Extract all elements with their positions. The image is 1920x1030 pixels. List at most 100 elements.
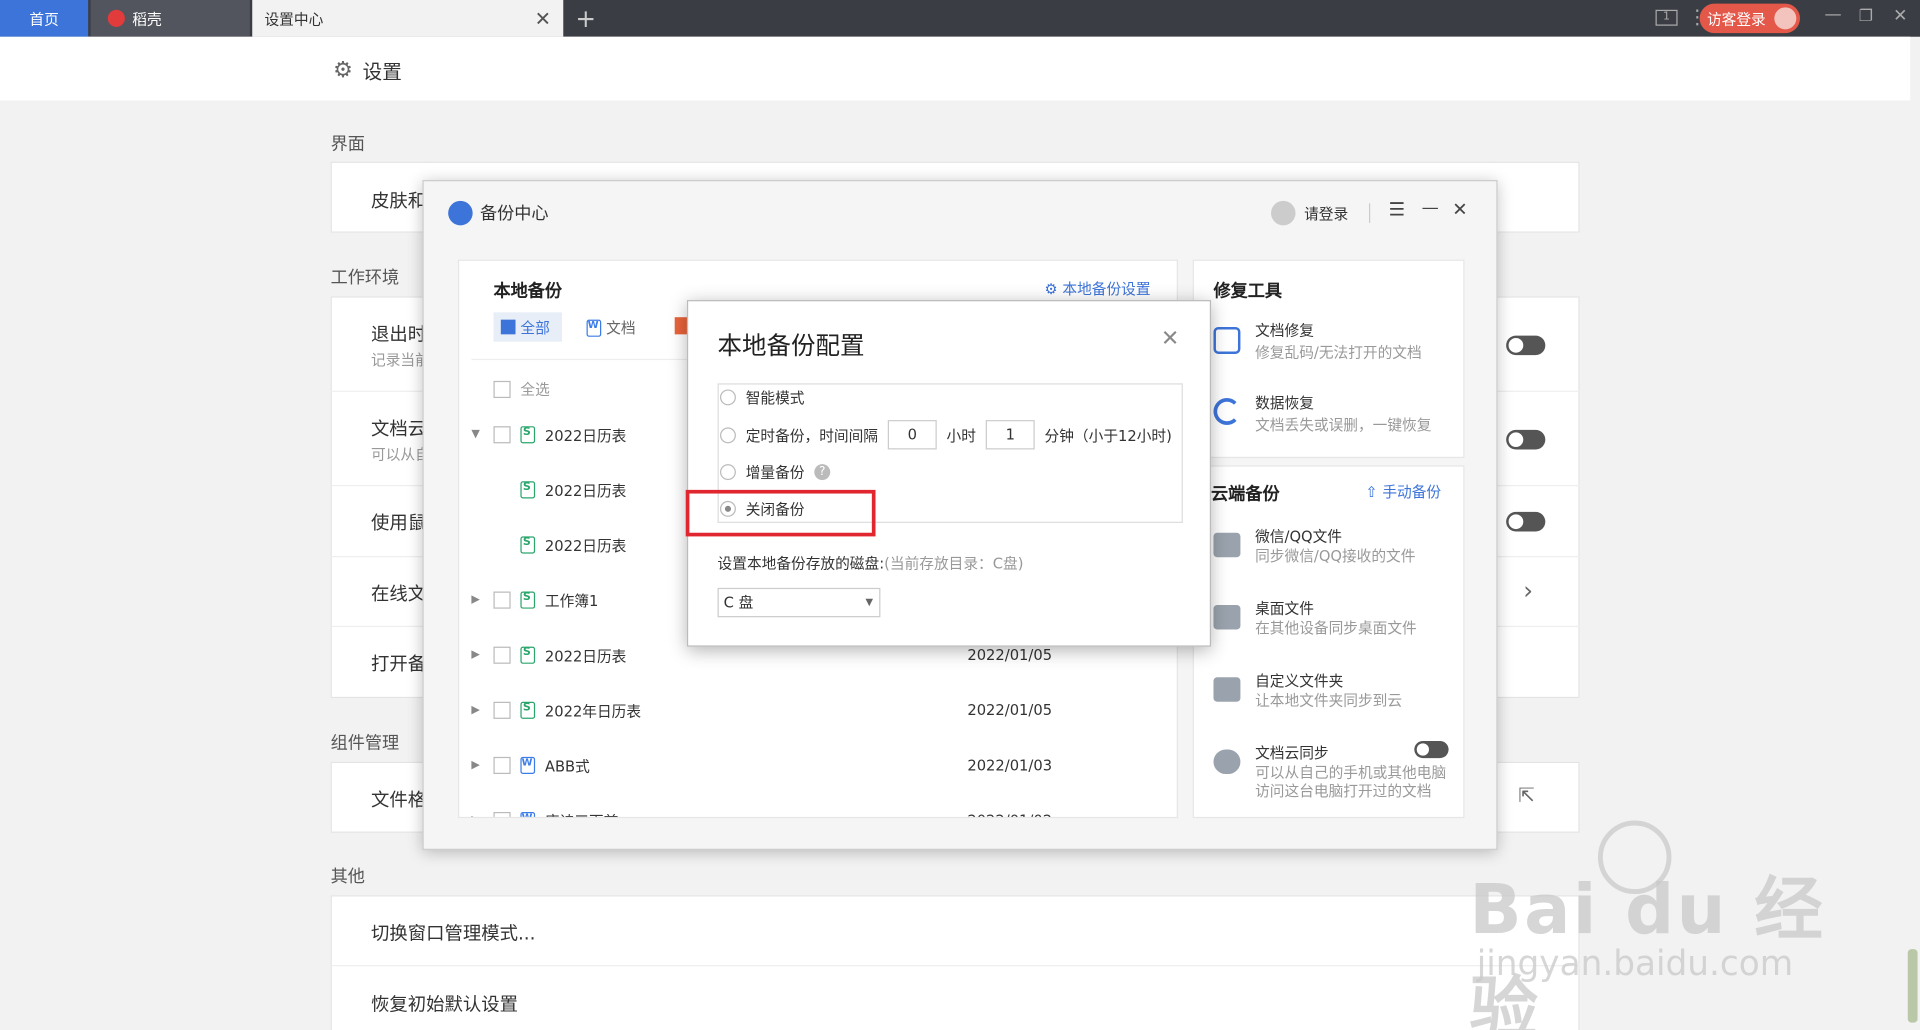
cloud-item-title[interactable]: 自定义文件夹 [1255, 670, 1343, 691]
cloud-backup-title: 云端备份 [1211, 484, 1280, 505]
document-icon [520, 811, 536, 817]
local-backup-title: 本地备份 [493, 281, 563, 302]
option-smart[interactable]: 智能模式 [720, 387, 805, 408]
row-mouse-label: 使用鼠 [371, 511, 427, 534]
local-backup-config-modal: 本地备份配置 ✕ 智能模式 定时备份，时间间隔 0 小时 1 分钟（小于12小时) 增量… [686, 300, 1212, 647]
option-timed[interactable]: 定时备份，时间间隔 0 小时 1 分钟（小于12小时) [720, 420, 1172, 450]
disk-hint: (当前存放目录：C盘) [884, 554, 1024, 572]
tab-docer[interactable]: 稻壳 [90, 0, 250, 37]
option-timed-label: 定时备份，时间间隔 [745, 426, 878, 444]
file-name: 2022日历表 [544, 647, 627, 665]
local-backup-settings-link[interactable]: ⚙ 本地备份设置 [1044, 278, 1150, 299]
expand-arrow-icon[interactable]: ▶ [471, 704, 479, 716]
expand-arrow-icon[interactable]: ▶ [471, 649, 479, 661]
minimize-icon[interactable]: — [1825, 5, 1842, 25]
row-open-label[interactable]: 打开备 [371, 650, 426, 676]
manual-backup-link[interactable]: ⇧ 手动备份 [1365, 481, 1441, 502]
select-all[interactable]: 全选 [493, 378, 550, 399]
settings-title: ⚙ 设置 [333, 55, 402, 84]
file-row[interactable]: ▶ 2022年日历表 2022/01/05 [459, 698, 1177, 722]
guest-login-label: 访客登录 [1706, 10, 1766, 28]
expand-arrow-icon[interactable]: ▶ [471, 759, 479, 771]
file-row[interactable]: ▶ ABB式 2022/01/03 [459, 753, 1177, 777]
expand-arrow-icon[interactable]: ▶ [471, 594, 479, 606]
file-checkbox[interactable] [493, 591, 511, 609]
backup-login-link[interactable]: 请登录 [1304, 203, 1348, 224]
file-checkbox[interactable] [493, 426, 511, 444]
document-icon [520, 756, 536, 775]
tab-home[interactable]: 首页 [0, 0, 89, 37]
filter-doc-label: 文档 [606, 319, 636, 337]
file-date: 2022/01/05 [967, 646, 1053, 664]
radio-incremental[interactable] [720, 464, 736, 481]
close-icon[interactable]: ✕ [1452, 198, 1467, 220]
row-format-label[interactable]: 文件格 [371, 786, 426, 812]
row-cloud-sub: 可以从自 [371, 445, 430, 463]
tab-settings[interactable]: 设置中心 ✕ [252, 0, 564, 37]
minutes-input[interactable]: 1 [985, 420, 1035, 450]
manual-backup-label: 手动备份 [1382, 483, 1442, 501]
add-tab-icon[interactable]: + [576, 4, 597, 33]
cloud-item-sub: 可以从自己的手机或其他电脑访问这台电脑打开过的文档 [1255, 764, 1447, 800]
file-name: 2022日历表 [544, 481, 627, 500]
exit-toggle[interactable] [1506, 335, 1546, 356]
minimize-icon[interactable]: — [1422, 198, 1439, 218]
filter-all[interactable]: 全部 [493, 312, 563, 342]
help-icon[interactable]: ? [814, 464, 831, 481]
data-recovery-title[interactable]: 数据恢复 [1255, 392, 1314, 413]
scrollbar-thumb[interactable] [1907, 949, 1918, 1023]
cloud-item-title[interactable]: 文档云同步 [1255, 742, 1328, 763]
chevron-right-icon[interactable]: › [1523, 576, 1533, 605]
select-all-checkbox[interactable] [493, 380, 511, 398]
file-row[interactable]: ▶ 唐诗三百首 2022/01/02 [459, 808, 1177, 817]
option-incremental[interactable]: 增量备份? [720, 462, 831, 483]
desktop-icon [1213, 605, 1241, 630]
folder-icon [1213, 677, 1241, 702]
hours-input[interactable]: 0 [887, 420, 937, 450]
cloud-item-title[interactable]: 桌面文件 [1255, 598, 1314, 619]
file-date: 2022/01/05 [967, 701, 1053, 719]
restore-defaults[interactable]: 恢复初始默认设置 [371, 991, 518, 1017]
file-checkbox[interactable] [493, 756, 511, 775]
radio-smart[interactable] [720, 389, 736, 406]
expand-arrow-icon[interactable]: ▼ [471, 429, 479, 441]
cloud-item-title[interactable]: 微信/QQ文件 [1255, 525, 1342, 546]
mouse-toggle[interactable] [1506, 511, 1546, 532]
doc-repair-title[interactable]: 文档修复 [1255, 320, 1314, 341]
row-skin-label[interactable]: 皮肤和 [371, 187, 426, 213]
close-window-icon[interactable]: ✕ [1893, 6, 1907, 26]
close-icon[interactable]: ✕ [1161, 326, 1179, 352]
modal-title: 本地备份配置 [717, 330, 865, 361]
file-name: 2022年日历表 [544, 702, 642, 720]
spreadsheet-icon [520, 701, 536, 719]
repair-tools-title: 修复工具 [1213, 281, 1283, 302]
doc-cloud-sync-toggle[interactable] [1414, 740, 1449, 759]
divider [330, 965, 1580, 967]
cloud-item-sub: 在其他设备同步桌面文件 [1255, 619, 1417, 637]
restore-icon[interactable]: ❐ [1859, 7, 1873, 25]
disk-select[interactable]: C 盘 ▼ [717, 587, 881, 618]
filter-doc[interactable]: 文档 [586, 317, 636, 338]
spreadsheet-icon [520, 591, 536, 609]
close-icon[interactable]: ✕ [535, 7, 551, 30]
window-count-icon[interactable]: 1 [1655, 9, 1678, 26]
file-name: 2022日历表 [544, 537, 627, 555]
file-checkbox[interactable] [493, 811, 511, 817]
file-checkbox[interactable] [493, 646, 511, 664]
section-components-label: 组件管理 [330, 733, 400, 754]
switch-window-mode[interactable]: 切换窗口管理模式... [371, 920, 535, 946]
local-backup-settings-label: 本地备份设置 [1062, 280, 1151, 298]
row-online-label[interactable]: 在线文 [371, 581, 426, 607]
doc-repair-sub: 修复乱码/无法打开的文档 [1255, 344, 1422, 362]
list-icon [500, 319, 516, 335]
guest-login-button[interactable]: 访客登录 [1699, 3, 1801, 34]
cloud-toggle[interactable] [1506, 429, 1546, 450]
divider [1368, 203, 1371, 223]
file-name: 工作簿1 [544, 592, 599, 610]
file-checkbox[interactable] [493, 701, 511, 719]
radio-timed[interactable] [720, 426, 736, 443]
menu-icon[interactable]: ☰ [1389, 198, 1405, 220]
expand-arrow-icon[interactable]: ▶ [471, 814, 479, 816]
external-link-icon[interactable]: ⇱ [1518, 784, 1534, 807]
disk-select-value: C 盘 [723, 593, 754, 612]
